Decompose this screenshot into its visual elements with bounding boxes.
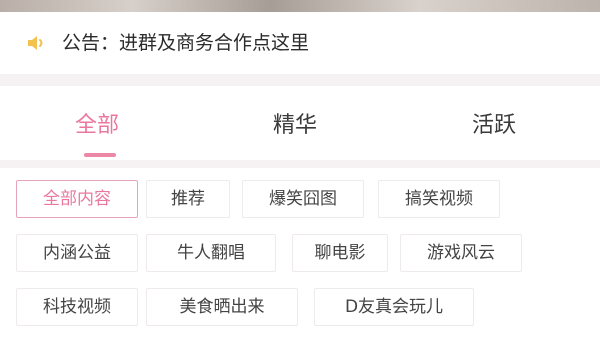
chip-funny-pictures[interactable]: 爆笑囧图 [242,180,364,218]
chip-recommended[interactable]: 推荐 [146,180,230,218]
chip-all-content[interactable]: 全部内容 [16,180,138,218]
chip-movies[interactable]: 聊电影 [292,234,388,272]
category-chip-list: 全部内容 推荐 爆笑囧图 搞笑视频 内涵公益 牛人翻唱 聊电影 游戏风云 科技视… [0,168,600,340]
active-tab-indicator [84,153,116,157]
announcement-text[interactable]: 公告：进群及商务合作点这里 [62,31,309,55]
section-divider [0,74,600,86]
chip-inner-charity[interactable]: 内涵公益 [16,234,138,272]
chip-tech-videos[interactable]: 科技视频 [16,288,138,326]
tab-essence[interactable]: 精华 [273,112,317,140]
chip-funny-videos[interactable]: 搞笑视频 [378,180,500,218]
speaker-icon [26,33,48,53]
announcement-bar[interactable]: 公告：进群及商务合作点这里 [0,12,600,74]
banner-image-edge [0,0,600,12]
chip-food-share[interactable]: 美食晒出来 [146,288,298,326]
chip-gaming[interactable]: 游戏风云 [400,234,522,272]
chip-d-friends-fun[interactable]: D友真会玩儿 [314,288,474,326]
tabs-divider [0,160,600,168]
tab-bar: 全部 精华 活跃 [0,86,600,160]
app-screen: 公告：进群及商务合作点这里 全部 精华 活跃 全部内容 推荐 爆笑囧图 搞笑视频… [0,0,600,340]
chip-covers[interactable]: 牛人翻唱 [146,234,276,272]
tab-active-users[interactable]: 活跃 [472,112,516,140]
tab-all[interactable]: 全部 [75,112,119,140]
